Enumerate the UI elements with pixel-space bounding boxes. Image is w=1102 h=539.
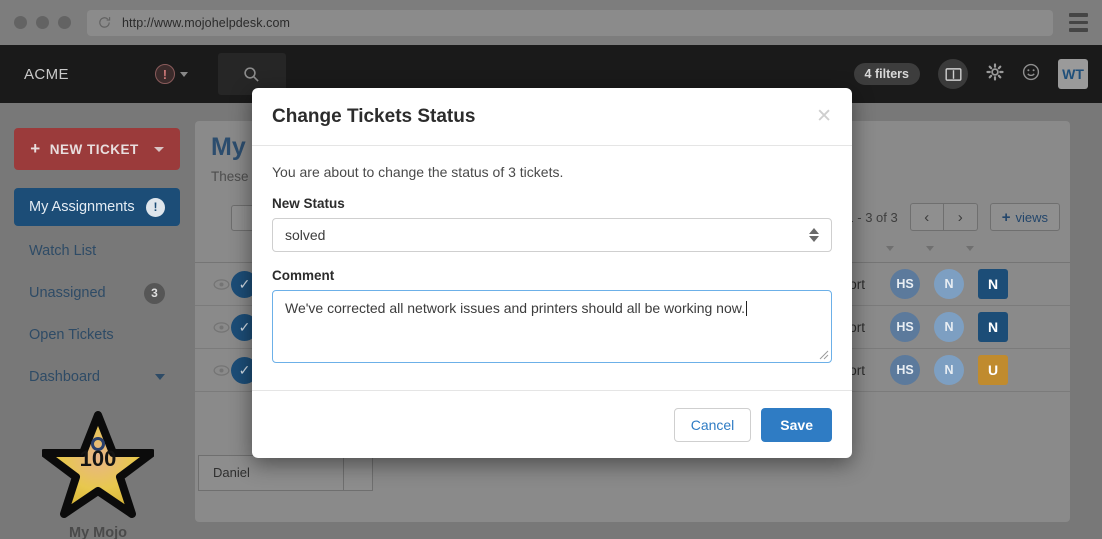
status-badge[interactable]: U xyxy=(978,355,1008,385)
sidebar-item-label: Unassigned xyxy=(29,285,106,301)
avatar[interactable]: N xyxy=(934,355,964,385)
address-bar[interactable]: http://www.mojohelpdesk.com xyxy=(87,9,1053,36)
brand-label: ACME xyxy=(24,65,69,83)
next-page-button[interactable]: › xyxy=(943,203,978,231)
chevron-down-icon xyxy=(155,374,165,380)
comment-label: Comment xyxy=(272,268,335,283)
mojo-widget[interactable]: 100 My Mojo xyxy=(40,411,156,539)
chevron-down-icon[interactable] xyxy=(926,246,934,251)
alerts-dropdown[interactable]: ! xyxy=(154,64,188,84)
save-button[interactable]: Save xyxy=(761,407,832,442)
app-screen: http://www.mojohelpdesk.com ACME ! 4 fil… xyxy=(0,0,1102,539)
avatar[interactable]: N xyxy=(934,312,964,342)
change-status-modal: Change Tickets Status ✕ You are about to… xyxy=(252,88,852,458)
book-icon xyxy=(944,67,962,81)
chevron-down-icon xyxy=(179,71,188,77)
maximize-window-button[interactable] xyxy=(58,16,71,29)
modal-title: Change Tickets Status xyxy=(272,105,476,127)
cancel-button[interactable]: Cancel xyxy=(673,407,752,442)
modal-footer: Cancel Save xyxy=(252,390,852,458)
close-icon[interactable]: ✕ xyxy=(816,107,832,126)
reload-icon[interactable] xyxy=(97,15,112,30)
new-ticket-label: NEW TICKET xyxy=(49,141,139,157)
new-status-value: solved xyxy=(285,227,326,243)
new-status-select[interactable]: solved xyxy=(272,218,832,252)
chevron-down-icon xyxy=(153,146,164,152)
assignee-dropdown[interactable]: Daniel xyxy=(198,455,373,491)
eye-icon[interactable] xyxy=(213,321,230,333)
new-status-label: New Status xyxy=(272,196,345,211)
search-icon xyxy=(244,66,260,82)
sidebar-item-my-assignments[interactable]: My Assignments ! xyxy=(14,188,180,226)
avatar[interactable]: N xyxy=(934,269,964,299)
knowledge-base-button[interactable] xyxy=(938,59,968,89)
comment-value: We've corrected all network issues and p… xyxy=(285,300,745,316)
divider xyxy=(343,456,344,490)
sidebar-item-dashboard[interactable]: Dashboard xyxy=(14,358,180,396)
page-subtitle: These xyxy=(211,169,249,184)
sidebar-item-open-tickets[interactable]: Open Tickets xyxy=(14,316,180,354)
text-cursor xyxy=(745,301,747,316)
star-icon: 100 xyxy=(40,411,156,518)
views-label: views xyxy=(1015,209,1048,225)
modal-header: Change Tickets Status ✕ xyxy=(252,88,852,146)
sidebar-badge: 3 xyxy=(144,282,165,304)
pagination: 1 - 3 of 3 ‹ › + views xyxy=(846,203,1060,231)
assignee-name: Daniel xyxy=(213,465,250,480)
avatar[interactable]: HS xyxy=(890,269,920,299)
settings-button[interactable] xyxy=(986,62,1004,86)
sidebar-item-label: Watch List xyxy=(29,243,97,259)
resize-handle-icon[interactable] xyxy=(819,350,829,360)
sidebar: + NEW TICKET My Assignments ! Watch List… xyxy=(0,103,195,539)
browser-chrome: http://www.mojohelpdesk.com xyxy=(0,0,1102,45)
url-text: http://www.mojohelpdesk.com xyxy=(122,15,291,30)
plus-icon: + xyxy=(1001,208,1011,226)
comment-textarea[interactable]: We've corrected all network issues and p… xyxy=(272,290,832,363)
smiley-icon xyxy=(1022,63,1040,80)
app-bar-actions: 4 filters WT xyxy=(853,59,1088,89)
modal-description: You are about to change the status of 3 … xyxy=(272,164,564,180)
avatar[interactable]: WT xyxy=(1058,59,1088,89)
avatar[interactable]: HS xyxy=(890,312,920,342)
filters-chip[interactable]: 4 filters xyxy=(853,63,920,85)
sidebar-item-unassigned[interactable]: Unassigned 3 xyxy=(14,274,180,312)
sidebar-item-label: My Assignments xyxy=(29,199,135,215)
close-window-button[interactable] xyxy=(14,16,27,29)
pagination-count: 1 - 3 of 3 xyxy=(846,209,898,225)
eye-icon[interactable] xyxy=(213,278,230,290)
sidebar-item-watch-list[interactable]: Watch List xyxy=(14,232,180,270)
alert-icon: ! xyxy=(154,64,175,84)
avatar[interactable]: HS xyxy=(890,355,920,385)
gear-icon xyxy=(986,62,1004,81)
eye-icon[interactable] xyxy=(213,364,230,376)
modal-body: You are about to change the status of 3 … xyxy=(252,146,852,363)
chevron-down-icon[interactable] xyxy=(886,246,894,251)
minimize-window-button[interactable] xyxy=(36,16,49,29)
hamburger-menu-icon[interactable] xyxy=(1069,13,1088,32)
new-ticket-button[interactable]: + NEW TICKET xyxy=(14,128,180,170)
status-badge[interactable]: N xyxy=(978,312,1008,342)
mojo-label: My Mojo xyxy=(69,525,127,539)
chevron-down-icon[interactable] xyxy=(966,246,974,251)
plus-icon: + xyxy=(30,139,41,158)
stepper-icon[interactable] xyxy=(809,228,819,242)
sidebar-item-label: Dashboard xyxy=(29,369,100,385)
status-badge[interactable]: N xyxy=(978,269,1008,299)
prev-page-button[interactable]: ‹ xyxy=(909,203,944,231)
sidebar-badge: ! xyxy=(146,197,165,217)
window-traffic-lights xyxy=(14,16,71,29)
feedback-button[interactable] xyxy=(1022,63,1040,86)
add-views-button[interactable]: + views xyxy=(989,203,1060,231)
sidebar-item-label: Open Tickets xyxy=(29,327,114,343)
svg-text:100: 100 xyxy=(80,446,117,471)
